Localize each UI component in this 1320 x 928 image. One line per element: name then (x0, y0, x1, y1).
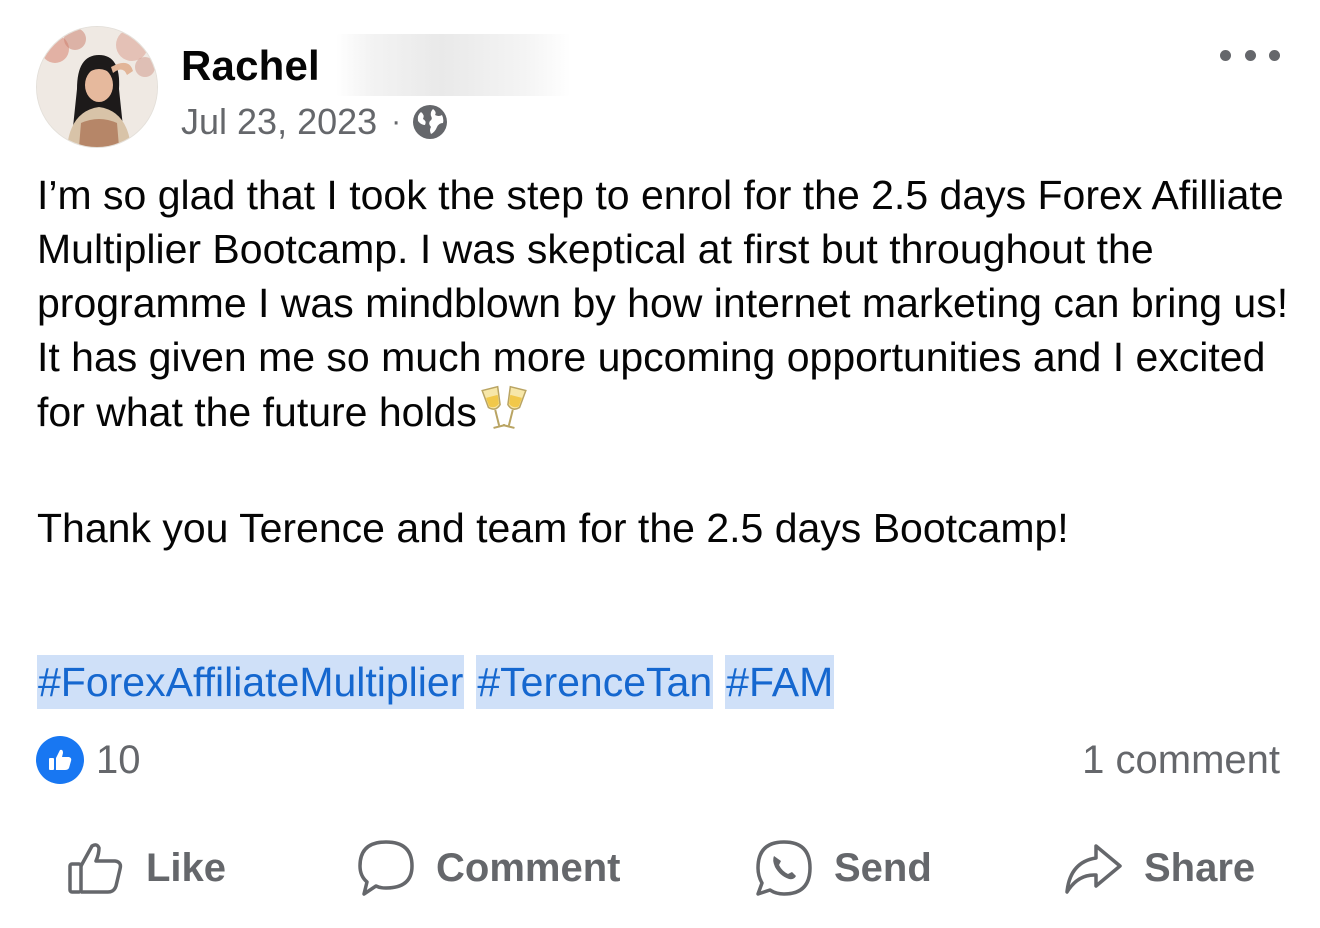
hashtag-list: #ForexAffiliateMultiplier #TerenceTan #F… (37, 655, 835, 709)
post-paragraph: I’m so glad that I took the step to enro… (37, 168, 1297, 447)
reaction-summary[interactable]: 10 (36, 736, 141, 784)
comment-button[interactable]: Comment (356, 826, 620, 910)
thumbs-up-icon (36, 736, 84, 784)
post-date[interactable]: Jul 23, 2023 (181, 101, 377, 143)
avatar-photo (37, 27, 157, 147)
share-label: Share (1144, 845, 1256, 890)
send-label: Send (834, 845, 932, 890)
post-body: I’m so glad that I took the step to enro… (37, 168, 1297, 555)
more-dot (1269, 49, 1280, 61)
action-bar: Like Comment Send Share (0, 826, 1320, 910)
send-button[interactable]: Send (754, 826, 932, 910)
like-button[interactable]: Like (66, 826, 226, 910)
post-header: Rachel Jul 23, 2023 · (36, 26, 1286, 148)
share-button[interactable]: Share (1062, 826, 1255, 910)
share-arrow-icon (1065, 844, 1122, 894)
comment-label: Comment (436, 845, 621, 890)
post-text: I’m so glad that I took the step to enro… (37, 172, 1289, 435)
more-dot (1244, 49, 1256, 61)
reaction-count: 10 (96, 737, 141, 782)
author-name[interactable]: Rachel (181, 42, 320, 90)
globe-icon (411, 103, 449, 141)
clinking-glasses-emoji (481, 384, 527, 447)
more-options-icon[interactable] (1220, 40, 1280, 70)
thumbs-up-outline-icon (68, 843, 123, 894)
hashtag-link[interactable]: #TerenceTan (476, 655, 714, 709)
meta-separator: · (391, 105, 402, 138)
redacted-name-blur (336, 34, 571, 96)
hashtag-link[interactable]: #ForexAffiliateMultiplier (37, 655, 465, 709)
post-text: Thank you Terence and team for the 2.5 d… (37, 505, 1069, 551)
post-meta: Jul 23, 2023 · (181, 100, 449, 144)
comment-bubble-icon (358, 840, 414, 896)
like-label: Like (146, 845, 227, 890)
post-paragraph: Thank you Terence and team for the 2.5 d… (37, 501, 1297, 555)
avatar[interactable] (36, 26, 158, 148)
comment-count[interactable]: 1 comment (1082, 738, 1280, 783)
whatsapp-icon (756, 840, 812, 896)
hashtag-link[interactable]: #FAM (725, 655, 835, 709)
more-dot (1220, 49, 1231, 61)
